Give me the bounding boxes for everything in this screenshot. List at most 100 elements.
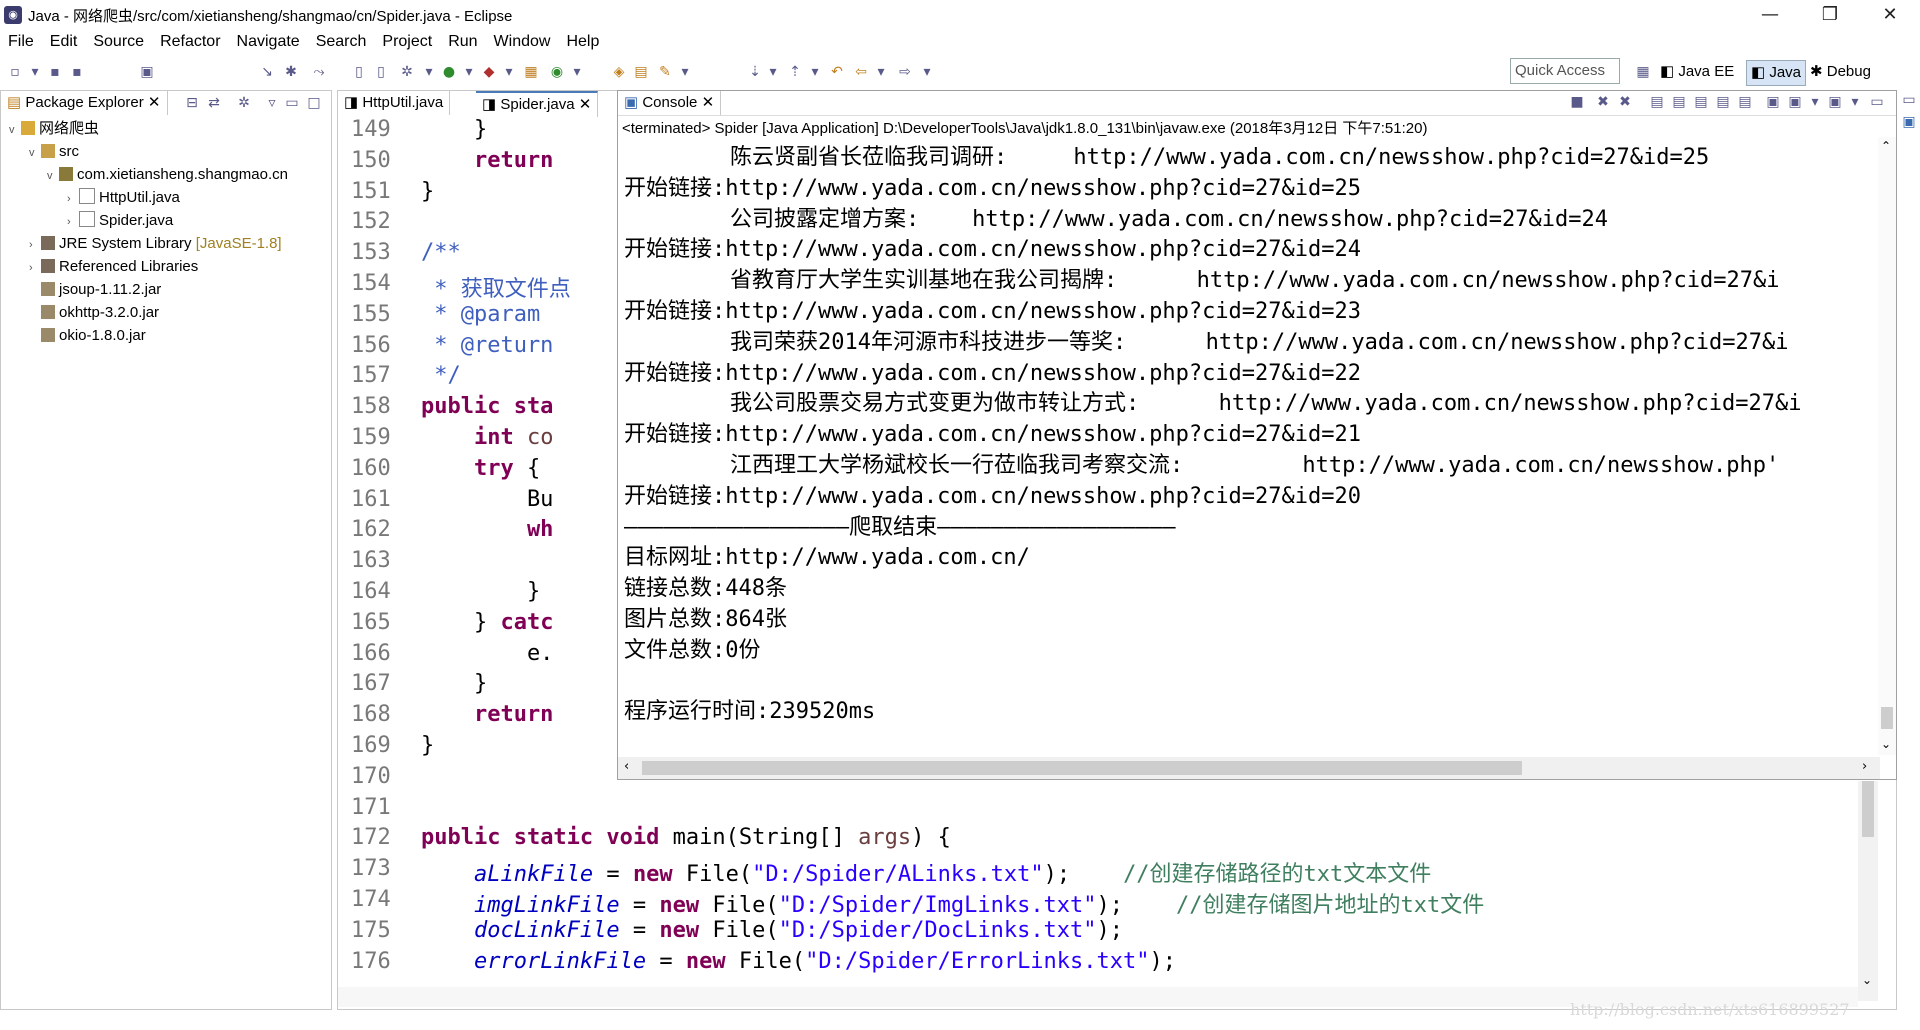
perspective-java[interactable]: ◧ Java <box>1746 60 1807 86</box>
debug-icon[interactable]: ✱ <box>282 64 300 80</box>
scroll-down-icon[interactable]: ⌄ <box>1862 973 1872 987</box>
menu-search[interactable]: Search <box>308 33 375 51</box>
tree-item-src[interactable]: v src <box>29 140 79 165</box>
clear-console-icon[interactable]: ▤ <box>1648 94 1666 110</box>
new-class-icon[interactable]: ◉ <box>548 64 566 80</box>
minimize-button[interactable]: — <box>1740 0 1800 30</box>
display-console-icon[interactable]: ▣ <box>1786 94 1804 110</box>
editor-scroll-thumb[interactable] <box>1862 781 1874 837</box>
coverage-icon[interactable]: ◆ <box>480 64 498 80</box>
open-perspective-icon[interactable]: ▦ <box>1634 64 1652 80</box>
open-console-icon[interactable]: ▣ <box>1826 94 1844 110</box>
annotation-prev-icon[interactable]: ⇡ <box>786 64 804 80</box>
dropdown-icon[interactable]: ▾ <box>460 64 478 80</box>
save-all-icon[interactable]: ▪ <box>68 64 86 80</box>
dropdown-icon[interactable]: ▾ <box>806 64 824 80</box>
menu-source[interactable]: Source <box>85 33 152 51</box>
tree-item-jsoup[interactable]: jsoup-1.11.2.jar <box>41 278 161 301</box>
bug-icon[interactable]: ✲ <box>398 64 416 80</box>
run-icon[interactable]: ● <box>440 64 458 80</box>
collapsed-chevron-icon[interactable]: › <box>29 257 41 280</box>
back-icon[interactable]: ⇦ <box>852 64 870 80</box>
tab-httputil[interactable]: ◨ HttpUtil.java <box>338 91 451 115</box>
pin-console-icon[interactable]: ▣ <box>1764 94 1782 110</box>
console-vertical-scrollbar[interactable]: ⌃ ⌄ <box>1878 137 1896 755</box>
close-button[interactable]: ✕ <box>1860 0 1920 30</box>
show-stderr-icon[interactable]: ▤ <box>1736 94 1754 110</box>
tree-item-okhttp[interactable]: okhttp-3.2.0.jar <box>41 301 159 324</box>
dropdown-icon[interactable]: ▾ <box>26 64 44 80</box>
scroll-up-icon[interactable]: ⌃ <box>1881 139 1891 153</box>
dropdown-icon[interactable]: ▾ <box>764 64 782 80</box>
show-stdout-icon[interactable]: ▤ <box>1714 94 1732 110</box>
minimize-view-icon[interactable]: ▭ <box>283 95 301 111</box>
search-tool-icon[interactable]: ✎ <box>656 64 674 80</box>
console-scroll-thumb[interactable] <box>1881 707 1893 729</box>
tree-item-spider[interactable]: › Spider.java <box>67 209 173 234</box>
dropdown-icon[interactable]: ▾ <box>568 64 586 80</box>
expanded-chevron-icon[interactable]: v <box>9 119 21 142</box>
forward-icon[interactable]: ⇨ <box>896 64 914 80</box>
restore-button[interactable]: ❐ <box>1800 0 1860 30</box>
menu-edit[interactable]: Edit <box>42 33 86 51</box>
tree-item-package[interactable]: v com.xietiansheng.shangmao.cn <box>47 163 288 188</box>
last-edit-icon[interactable]: ↶ <box>828 64 846 80</box>
scroll-lock-icon[interactable]: ▤ <box>1670 94 1688 110</box>
menu-navigate[interactable]: Navigate <box>229 33 308 51</box>
remove-launch-icon[interactable]: ✖ <box>1594 94 1612 110</box>
breakpoint-icon[interactable]: ▯ <box>350 64 368 80</box>
expanded-chevron-icon[interactable]: v <box>29 142 41 165</box>
expanded-chevron-icon[interactable]: v <box>47 165 59 188</box>
tab-console[interactable]: ▣ Console ✕ <box>618 91 722 115</box>
menu-window[interactable]: Window <box>486 33 559 51</box>
open-folder-icon[interactable]: ▤ <box>632 64 650 80</box>
dropdown-icon[interactable]: ▾ <box>676 64 694 80</box>
editor-vertical-scrollbar[interactable]: ⌄ <box>1858 781 1878 1001</box>
minimize-view-icon[interactable]: ▭ <box>1868 94 1886 110</box>
menu-refactor[interactable]: Refactor <box>152 33 228 51</box>
perspective-java-ee[interactable]: ◧ Java EE <box>1656 60 1738 84</box>
scroll-down-icon[interactable]: ⌄ <box>1881 737 1891 751</box>
dropdown-icon[interactable]: ▾ <box>420 64 438 80</box>
collapse-all-icon[interactable]: ⊟ <box>183 95 201 111</box>
close-tab-icon[interactable]: ✕ <box>579 96 592 113</box>
restore-icon[interactable]: ▭ <box>1900 92 1918 108</box>
save-icon[interactable]: ▪ <box>46 64 64 80</box>
scroll-right-icon[interactable]: › <box>1862 759 1867 774</box>
step-over-icon[interactable]: ▯ <box>372 64 390 80</box>
close-tab-icon[interactable]: ✕ <box>702 94 715 111</box>
word-wrap-icon[interactable]: ▤ <box>1692 94 1710 110</box>
dropdown-icon[interactable]: ▾ <box>1806 94 1824 110</box>
tab-spider[interactable]: ◨ Spider.java ✕ <box>476 91 599 117</box>
collapsed-chevron-icon[interactable]: › <box>29 234 41 257</box>
scroll-left-icon[interactable]: ‹ <box>624 759 629 774</box>
perspective-debug[interactable]: ✱ Debug <box>1806 60 1875 84</box>
new-java-project-icon[interactable]: ▦ <box>522 64 540 80</box>
focus-icon[interactable]: ✲ <box>235 95 253 111</box>
dropdown-icon[interactable]: ▾ <box>872 64 890 80</box>
tree-item-httputil[interactable]: › HttpUtil.java <box>67 186 180 211</box>
menu-run[interactable]: Run <box>440 33 485 51</box>
console-trim-icon[interactable]: ▣ <box>1900 114 1918 130</box>
menu-file[interactable]: File <box>0 33 42 51</box>
terminal-icon[interactable]: ▣ <box>138 64 156 80</box>
menu-help[interactable]: Help <box>558 33 607 51</box>
dropdown-icon[interactable]: ▾ <box>1846 94 1864 110</box>
tree-item-project[interactable]: v 网络爬虫 <box>9 117 99 142</box>
skip-breakpoints-icon[interactable]: ↘ <box>258 64 276 80</box>
link-editor-icon[interactable]: ⇄ <box>205 95 223 111</box>
maximize-view-icon[interactable]: □ <box>305 95 323 111</box>
dropdown-icon[interactable]: ▾ <box>918 64 936 80</box>
terminate-icon[interactable]: ■ <box>1568 94 1586 110</box>
tab-package-explorer[interactable]: ▤ Package Explorer ✕ <box>1 91 168 115</box>
remove-all-icon[interactable]: ✖ <box>1616 94 1634 110</box>
menu-project[interactable]: Project <box>374 33 440 51</box>
dropdown-icon[interactable]: ▾ <box>500 64 518 80</box>
step-icon[interactable]: ⤳ <box>310 64 328 80</box>
close-tab-icon[interactable]: ✕ <box>148 94 161 111</box>
console-horizontal-scrollbar[interactable]: ‹ › <box>618 757 1880 779</box>
tree-item-okio[interactable]: okio-1.8.0.jar <box>41 324 146 347</box>
console-hscroll-thumb[interactable] <box>642 761 1522 775</box>
open-type-icon[interactable]: ◈ <box>610 64 628 80</box>
collapsed-chevron-icon[interactable]: › <box>67 188 79 211</box>
